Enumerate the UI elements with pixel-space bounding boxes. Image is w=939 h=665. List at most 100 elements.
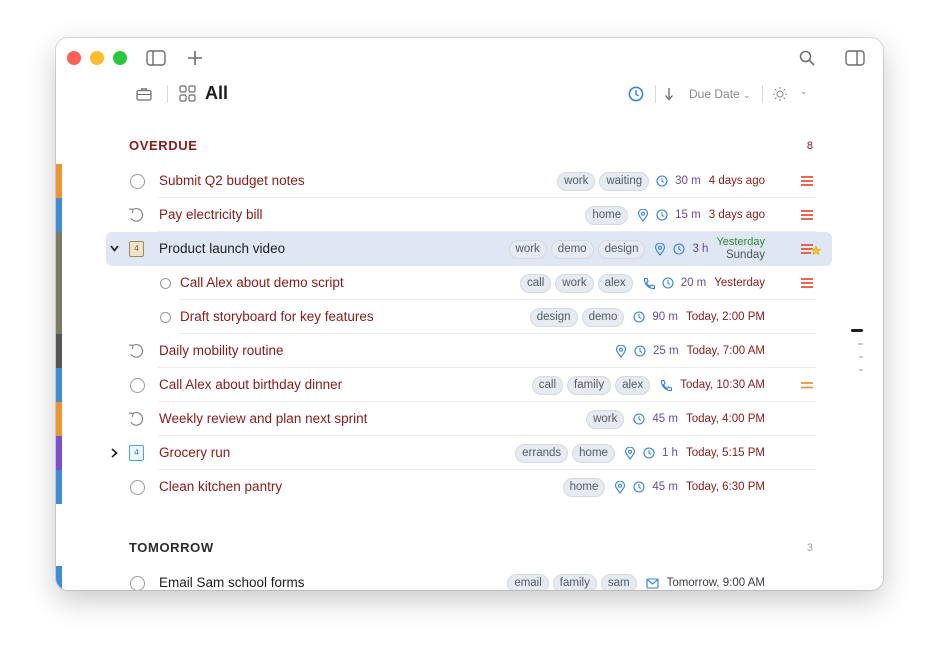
task-duration: 45 m xyxy=(652,481,678,493)
tag[interactable]: home xyxy=(572,443,615,463)
task-row[interactable]: Clean kitchen pantry home 45 m Today, 6:… xyxy=(106,470,832,504)
task-meta: work 45 m Today, 4:00 PM xyxy=(586,402,765,436)
priority-medium-icon[interactable] xyxy=(800,381,814,390)
header-divider xyxy=(167,85,168,103)
task-row[interactable]: Submit Q2 budget notes work waiting 30 m… xyxy=(106,164,832,198)
tag[interactable]: work xyxy=(557,171,596,191)
clock-icon[interactable] xyxy=(628,86,644,102)
minimize-window-button[interactable] xyxy=(90,51,104,65)
tag[interactable]: family xyxy=(552,573,597,590)
color-strip xyxy=(56,402,62,436)
task-due: Today, 2:00 PM xyxy=(685,311,765,323)
tag[interactable]: design xyxy=(529,307,578,327)
task-checkbox[interactable] xyxy=(130,576,145,590)
task-meta: call family alex Today, 10:30 AM xyxy=(531,368,765,402)
task-row[interactable]: Email Sam school forms email family sam … xyxy=(106,566,832,590)
task-row[interactable]: Pay electricity bill home 15 m 3 days ag… xyxy=(106,198,832,232)
task-row-selected[interactable]: 4 Product launch video work demo design … xyxy=(106,232,832,266)
clock-icon xyxy=(634,345,646,357)
scroll-indicator[interactable] xyxy=(858,343,863,345)
chevron-down-icon[interactable] xyxy=(110,245,119,252)
color-strip xyxy=(56,566,62,590)
tag[interactable]: home xyxy=(562,477,606,497)
color-strip xyxy=(56,198,62,232)
tag[interactable]: call xyxy=(520,273,552,293)
task-title: Daily mobility routine xyxy=(159,343,284,358)
task-duration: 3 h xyxy=(692,243,709,255)
scroll-indicator[interactable] xyxy=(859,369,863,371)
tag[interactable]: design xyxy=(597,239,646,259)
location-pin-icon xyxy=(615,344,627,358)
priority-flagged-icon[interactable] xyxy=(800,241,822,257)
task-row[interactable]: Draft storyboard for key features design… xyxy=(106,300,832,334)
sidebar-toggle-icon[interactable] xyxy=(146,50,166,66)
repeat-icon[interactable] xyxy=(127,342,145,359)
location-pin-icon xyxy=(638,208,649,222)
task-checkbox[interactable] xyxy=(130,378,145,393)
repeat-icon[interactable] xyxy=(127,410,145,427)
tag[interactable]: call xyxy=(531,375,564,395)
tag[interactable]: home xyxy=(585,205,629,225)
location-pin-icon xyxy=(615,480,626,494)
project-badge-count: 4 xyxy=(134,448,139,457)
scroll-indicator[interactable] xyxy=(859,356,863,358)
tag[interactable]: demo xyxy=(581,307,625,327)
envelope-icon xyxy=(646,577,659,589)
task-checkbox[interactable] xyxy=(130,174,145,189)
tag[interactable]: work xyxy=(508,239,547,259)
task-title: Grocery run xyxy=(159,445,231,460)
task-row[interactable]: Daily mobility routine 25 m Today, 7:00 … xyxy=(106,334,832,368)
task-duration: 1 h xyxy=(661,447,678,459)
tag[interactable]: sam xyxy=(600,573,637,590)
task-row[interactable]: Weekly review and plan next sprint work … xyxy=(106,402,832,436)
tag[interactable]: waiting xyxy=(599,171,650,191)
close-window-button[interactable] xyxy=(67,51,81,65)
priority-high-icon[interactable] xyxy=(800,209,814,221)
task-row[interactable]: Call Alex about demo script call work al… xyxy=(106,266,832,300)
task-due: Yesterday Sunday xyxy=(716,236,765,262)
clock-icon xyxy=(656,209,668,221)
priority-high-icon[interactable] xyxy=(800,277,814,289)
sort-dropdown[interactable]: Due Date ⌄ xyxy=(689,87,751,101)
section-title-overdue: OVERDUE xyxy=(129,138,198,153)
task-duration: 45 m xyxy=(652,413,678,425)
tag[interactable]: demo xyxy=(550,239,594,259)
priority-high-icon[interactable] xyxy=(800,175,814,187)
color-strip xyxy=(56,368,62,402)
tag[interactable]: email xyxy=(507,573,549,590)
search-icon[interactable] xyxy=(799,50,815,66)
tag[interactable]: alex xyxy=(597,273,633,293)
task-row[interactable]: Call Alex about birthday dinner call fam… xyxy=(106,368,832,402)
task-checkbox[interactable] xyxy=(160,312,171,323)
task-title: Email Sam school forms xyxy=(159,575,305,590)
project-badge[interactable]: 4 xyxy=(129,445,144,461)
chevron-down-icon[interactable]: ⌄ xyxy=(800,86,808,97)
task-checkbox[interactable] xyxy=(160,278,171,289)
add-icon[interactable] xyxy=(187,50,203,66)
task-due: Today, 7:00 AM xyxy=(686,345,765,357)
zoom-window-button[interactable] xyxy=(113,51,127,65)
phone-icon xyxy=(661,379,673,391)
tag[interactable]: work xyxy=(555,273,594,293)
project-badge[interactable]: 4 xyxy=(129,241,144,257)
scroll-indicator-active[interactable] xyxy=(851,329,863,332)
chevron-right-icon[interactable] xyxy=(111,448,118,458)
task-row[interactable]: 4 Grocery run errands home 1 h Today, 5:… xyxy=(106,436,832,470)
task-checkbox[interactable] xyxy=(130,480,145,495)
task-title: Draft storyboard for key features xyxy=(180,309,374,324)
repeat-icon[interactable] xyxy=(127,206,145,223)
sun-icon[interactable] xyxy=(772,86,788,102)
inspector-toggle-icon[interactable] xyxy=(845,50,865,66)
tag[interactable]: alex xyxy=(615,375,651,395)
location-pin-icon xyxy=(655,242,666,256)
section-title-tomorrow: TOMORROW xyxy=(129,540,214,555)
task-title: Submit Q2 budget notes xyxy=(159,173,305,188)
arrow-down-icon[interactable] xyxy=(664,87,674,101)
clock-icon xyxy=(662,277,674,289)
color-strip xyxy=(56,334,62,368)
tag[interactable]: family xyxy=(567,375,612,395)
briefcase-icon[interactable] xyxy=(136,87,152,101)
header-divider xyxy=(655,85,656,103)
tag[interactable]: errands xyxy=(515,443,569,463)
tag[interactable]: work xyxy=(586,409,625,429)
